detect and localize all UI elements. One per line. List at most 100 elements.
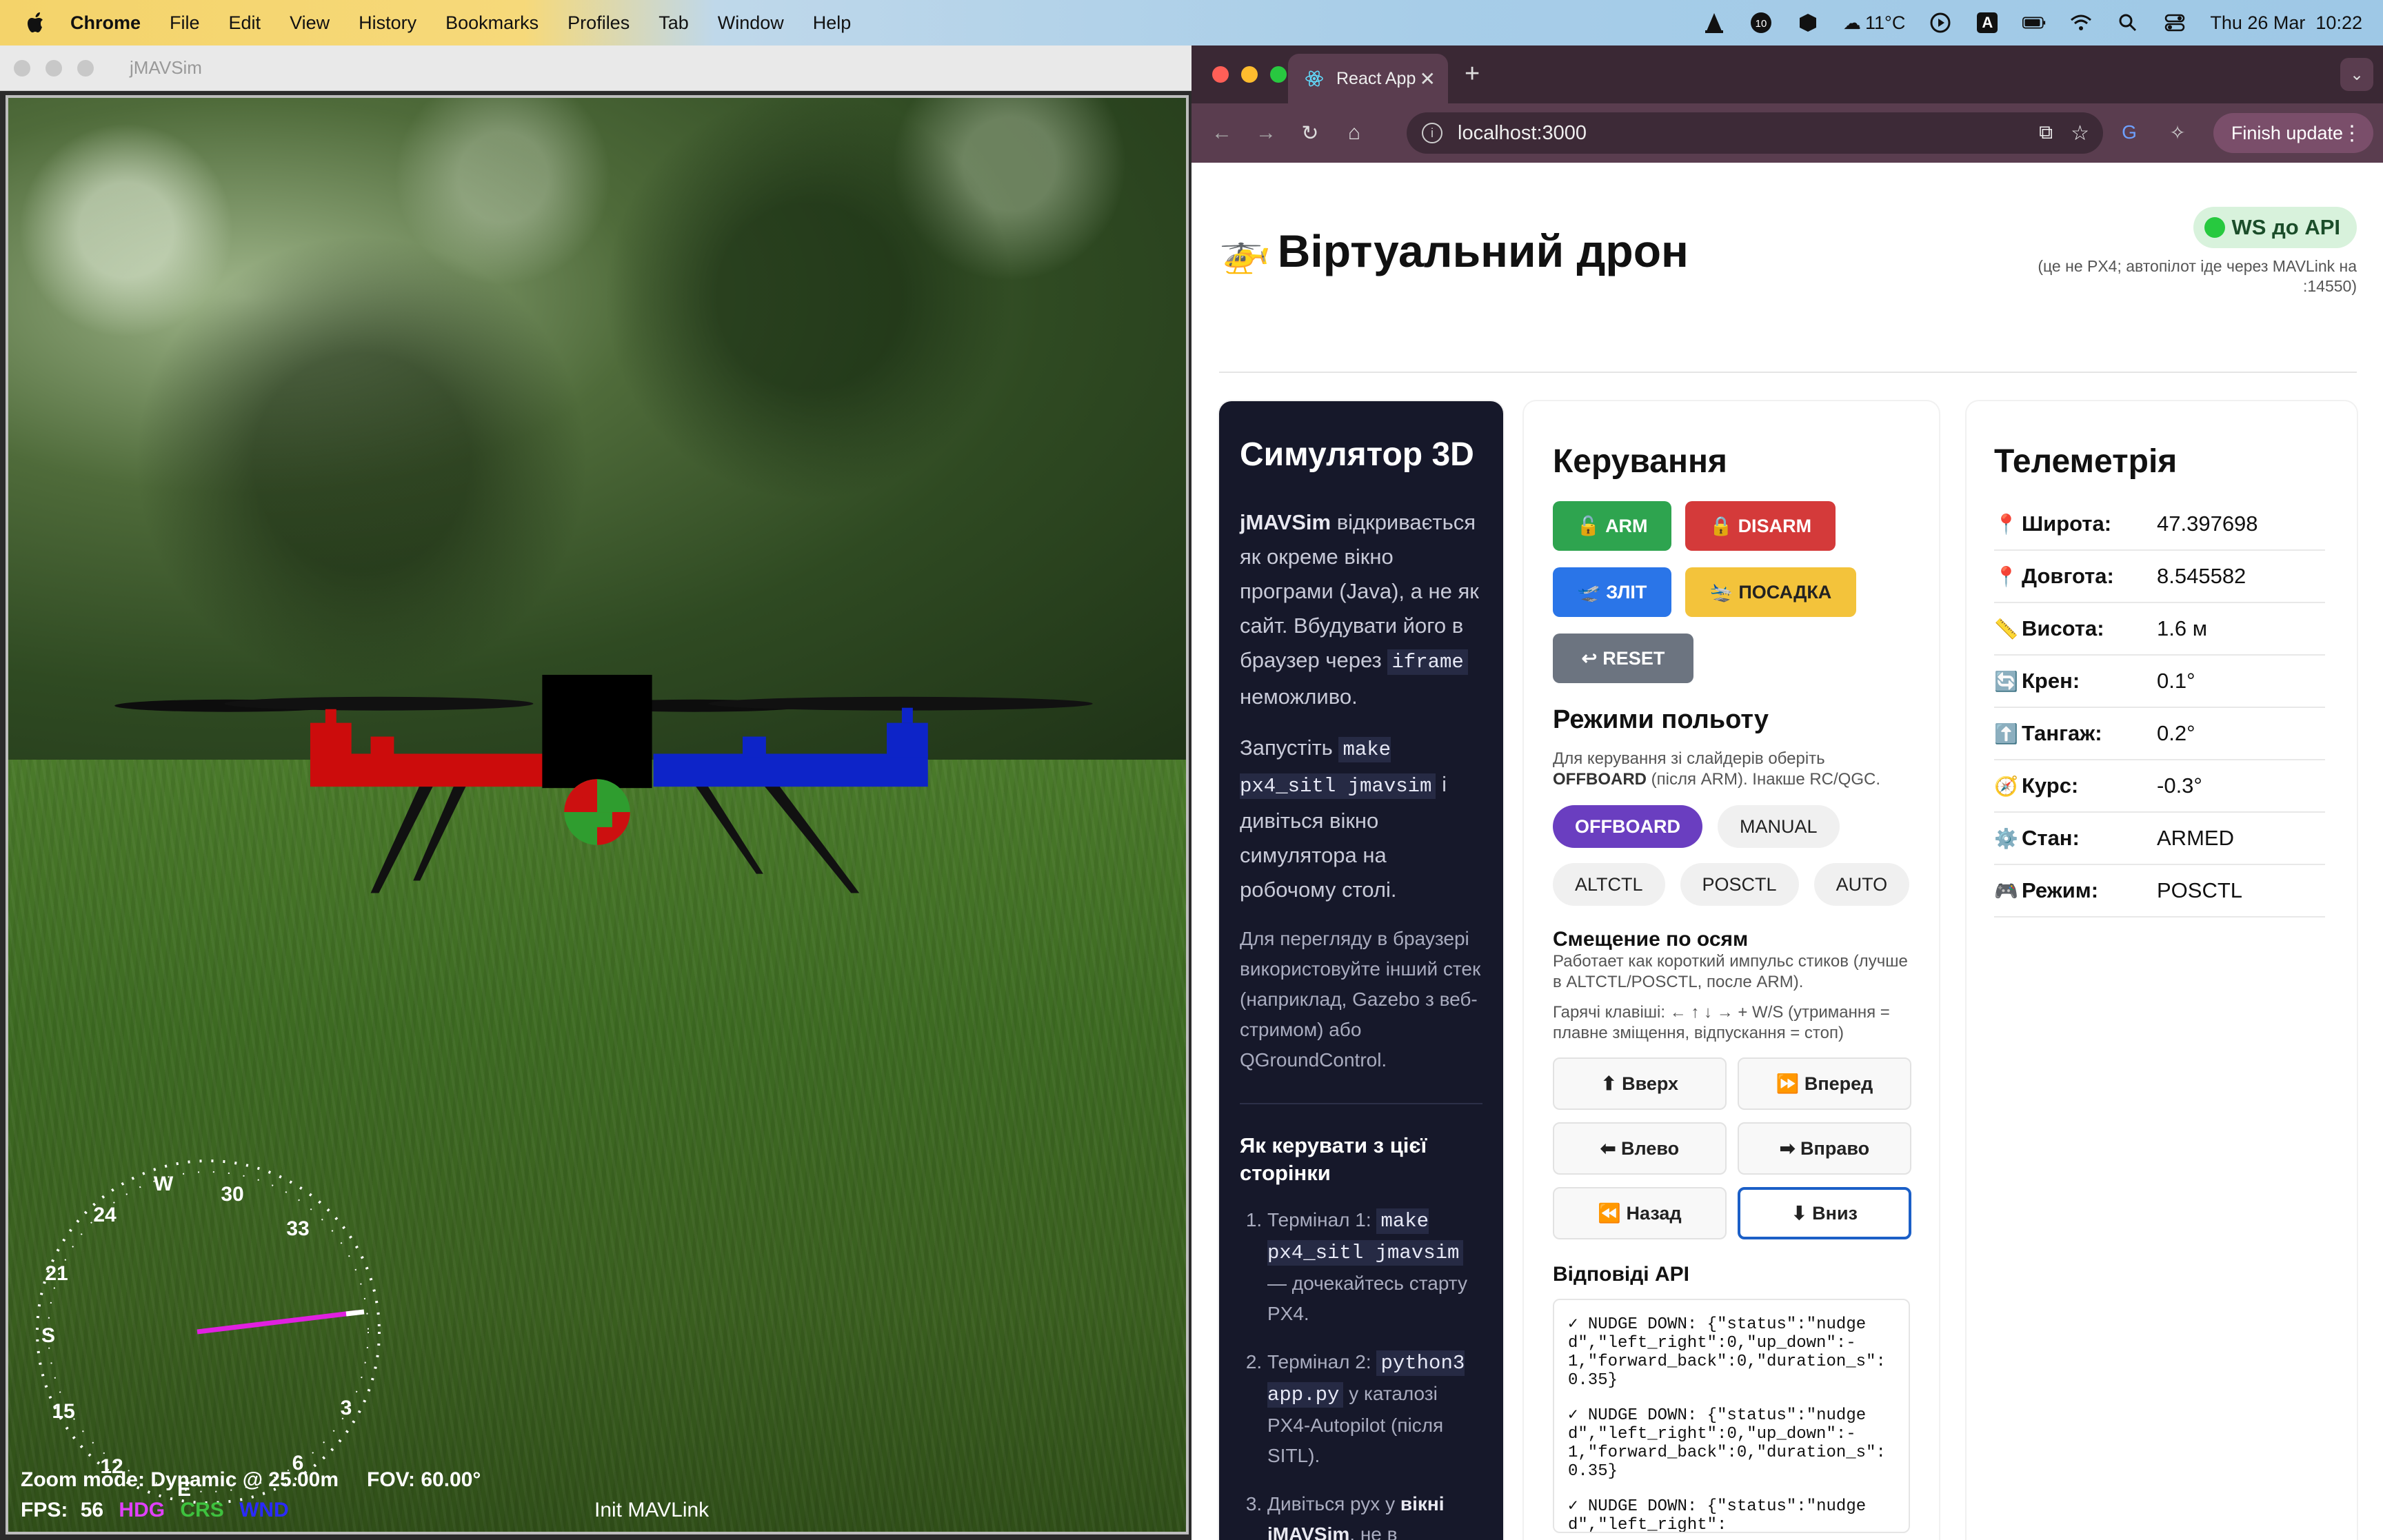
nudge-left-button[interactable]: ⬅ Влево (1553, 1122, 1727, 1175)
install-app-icon[interactable]: ⧉ (2039, 121, 2053, 145)
takeoff-button[interactable]: 🛫 ЗЛІТ (1553, 567, 1671, 617)
disarm-button[interactable]: 🔒 DISARM (1685, 501, 1836, 551)
reload-icon[interactable]: ↻ (1296, 119, 1324, 147)
nudge-down-button[interactable]: ⬇ Вниз (1738, 1187, 1911, 1239)
forward-arrow-icon[interactable]: → (1252, 119, 1280, 147)
search-icon[interactable] (2116, 11, 2140, 34)
compass-label-30: 30 (221, 1183, 243, 1206)
telemetry-value: ARMED (2157, 826, 2234, 850)
mode-manual-button[interactable]: MANUAL (1717, 805, 1840, 848)
translate-extension-icon[interactable]: G (2115, 119, 2143, 146)
minimize-window-button[interactable] (1241, 66, 1258, 83)
input-source-icon[interactable]: A (1975, 11, 1999, 34)
telemetry-label: Крен: (2022, 669, 2080, 693)
arm-button-row: 🔓 ARM 🔒 DISARM (1553, 501, 1910, 551)
howto-step-1: Термінал 1: make px4_sitl jmavsim — доче… (1267, 1205, 1482, 1329)
compass-label-w: W (154, 1173, 174, 1195)
menu-history[interactable]: History (359, 12, 416, 34)
hud-status-message: Init MAVLink (594, 1499, 710, 1521)
compass-label-s: S (41, 1324, 55, 1347)
step-3-label: Дивіться рух у (1267, 1493, 1396, 1514)
telemetry-value: 0.1° (2157, 669, 2195, 693)
window-zoom-button[interactable] (77, 59, 94, 77)
window-minimize-button[interactable] (46, 59, 62, 77)
plane-takeoff-icon: 🛫 (1577, 582, 1601, 602)
badge-10-icon[interactable]: 10 (1749, 11, 1773, 34)
cube-icon[interactable] (1796, 11, 1820, 34)
telemetry-row-altitude: 📏 Висота: 1.6 м (1994, 603, 2325, 656)
nudge-back-button[interactable]: ⏪ Назад (1553, 1187, 1727, 1239)
control-center-icon[interactable] (2163, 11, 2186, 34)
new-tab-plus-icon[interactable]: + (1465, 59, 1480, 89)
react-logo-icon (1305, 70, 1323, 87)
arm-button[interactable]: 🔓 ARM (1553, 501, 1671, 551)
land-button[interactable]: 🛬 ПОСАДКА (1685, 567, 1856, 617)
takeoff-label: ЗЛІТ (1606, 581, 1647, 602)
menu-tab[interactable]: Tab (658, 12, 689, 34)
simulator-3d-view[interactable]: W 30 33 3 6 E 12 15 S 21 24 Zoom mode: D… (6, 95, 1189, 1534)
modes-hint-start: Для керування зі слайдерів оберіть (1553, 749, 1825, 768)
reset-button-row: ↩ RESET (1553, 634, 1910, 683)
back-arrow-icon[interactable]: ← (1208, 119, 1236, 147)
play-circle-icon[interactable] (1929, 11, 1952, 34)
menu-bar: Chrome File Edit View History Bookmarks … (0, 0, 2383, 45)
tab-strip: React App ✕ + ⌄ (1192, 45, 2383, 103)
tab-react-app[interactable]: React App ✕ (1288, 54, 1448, 103)
menu-edit[interactable]: Edit (229, 12, 261, 34)
api-responses-log[interactable]: ✓ NUDGE DOWN: {"status":"nudged","left_r… (1553, 1299, 1910, 1533)
menu-bookmarks[interactable]: Bookmarks (445, 12, 539, 34)
mode-altctl-button[interactable]: ALTCTL (1553, 863, 1665, 906)
api-log-line: ✓ NUDGE DOWN: {"status":"nudged","left_r… (1568, 1497, 1867, 1533)
menu-window[interactable]: Window (718, 12, 784, 34)
compass-label-33: 33 (286, 1217, 309, 1240)
wifi-icon[interactable] (2069, 11, 2093, 34)
nudge-up-button[interactable]: ⬆ Вверх (1553, 1057, 1727, 1110)
menu-help[interactable]: Help (813, 12, 852, 34)
traffic-lights (1212, 66, 1287, 83)
helicopter-icon: 🚁 (1219, 227, 1271, 274)
bookmark-star-icon[interactable]: ☆ (2071, 121, 2089, 145)
reset-button[interactable]: ↩ RESET (1553, 634, 1693, 683)
menubar-clock[interactable]: Thu 26 Mar 10:22 (2210, 12, 2362, 34)
fullscreen-window-button[interactable] (1270, 66, 1287, 83)
menu-app-chrome[interactable]: Chrome (70, 12, 141, 34)
reset-label: RESET (1602, 647, 1665, 669)
finish-update-button[interactable]: Finish update ⋮ (2213, 113, 2373, 153)
menu-file[interactable]: File (170, 12, 200, 34)
flight-modes-title: Режими польоту (1553, 705, 1769, 734)
disarm-label: DISARM (1738, 515, 1812, 536)
weather-widget[interactable]: ☁ 11°C (1843, 11, 1905, 34)
flight-button-row: 🛫 ЗЛІТ 🛬 ПОСАДКА (1553, 567, 1910, 617)
gamepad-icon: 🎮 (1994, 880, 2018, 902)
simulator-card-title: Симулятор 3D (1240, 436, 1474, 473)
nudge-forward-button[interactable]: ⏩ Вперед (1738, 1057, 1911, 1110)
address-bar[interactable]: i localhost:3000 ⧉ ☆ (1407, 112, 2103, 154)
ai-extension-icon[interactable]: ✧ (2164, 119, 2191, 146)
site-info-icon[interactable]: i (1422, 123, 1442, 143)
tab-close-icon[interactable]: ✕ (1420, 68, 1436, 90)
page-title: 🚁 Віртуальний дрон (1219, 225, 1689, 277)
battery-icon[interactable] (2022, 11, 2046, 34)
chrome-menu-icon[interactable]: ⋮ (2342, 121, 2362, 145)
mode-posctl-button[interactable]: POSCTL (1680, 863, 1799, 906)
telemetry-value: 8.545582 (2157, 564, 2246, 588)
ws-status-dot-icon (2204, 217, 2225, 238)
tab-search-chevron-icon[interactable]: ⌄ (2340, 58, 2373, 91)
mode-auto-button[interactable]: AUTO (1813, 863, 1910, 906)
page-header: 🚁 Віртуальний дрон WS до API (це не PX4;… (1219, 163, 2357, 373)
menu-profiles[interactable]: Profiles (567, 12, 630, 34)
menu-view[interactable]: View (290, 12, 330, 34)
lock-icon: 🔒 (1709, 516, 1733, 536)
home-icon[interactable]: ⌂ (1340, 119, 1368, 147)
close-window-button[interactable] (1212, 66, 1229, 83)
mode-offboard-button[interactable]: OFFBOARD (1553, 805, 1702, 848)
apple-menu-icon[interactable] (26, 11, 47, 34)
window-close-button[interactable] (14, 59, 30, 77)
hud-fps-label: FPS: (21, 1499, 68, 1521)
nudge-right-button[interactable]: ➡ Вправо (1738, 1122, 1911, 1175)
iframe-code: iframe (1387, 649, 1468, 675)
simulator-name: jMAVSim (1240, 510, 1331, 534)
axis-nudge-hint: Работает как короткий импульс стиков (лу… (1553, 952, 1908, 991)
telemetry-label: Широта: (2022, 511, 2112, 536)
vlc-cone-icon[interactable] (1702, 11, 1726, 34)
